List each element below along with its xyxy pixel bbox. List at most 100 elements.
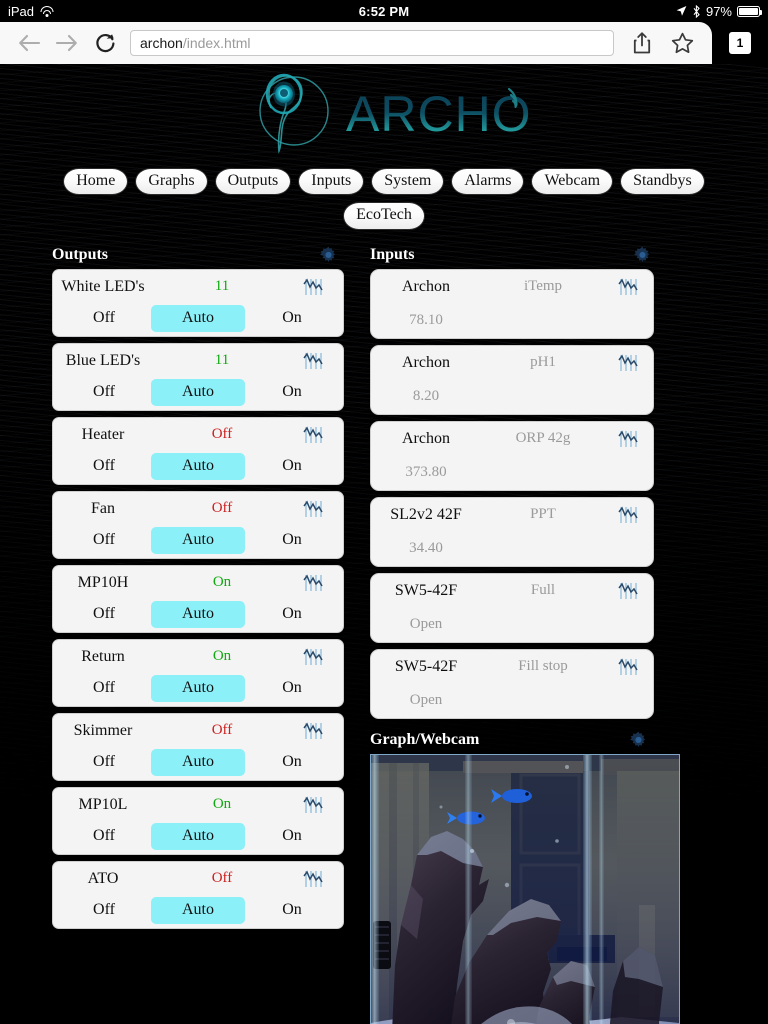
mode-auto[interactable]: Auto [151, 452, 245, 480]
output-card[interactable]: Heater Off Off Auto On [52, 416, 344, 485]
chart-icon[interactable] [605, 658, 653, 676]
address-bar[interactable]: archon/index.html [130, 30, 614, 56]
nav-graphs[interactable]: Graphs [135, 168, 208, 196]
output-card[interactable]: MP10L On Off Auto On [52, 786, 344, 855]
graph-webcam-title: Graph/Webcam [370, 731, 480, 749]
output-card[interactable]: MP10H On Off Auto On [52, 564, 344, 633]
input-type: Fill stop [518, 658, 568, 675]
nav-webcam[interactable]: Webcam [531, 168, 614, 196]
output-card[interactable]: Blue LED's 11 Off Auto On [52, 342, 344, 411]
input-value: 78.10 [409, 312, 443, 329]
chart-icon[interactable] [291, 648, 337, 666]
output-value: 11 [214, 352, 230, 369]
chart-icon[interactable] [605, 278, 653, 296]
input-card[interactable]: SW5-42F Fill stop Open [370, 648, 654, 719]
output-card[interactable]: White LED's 11 Off Auto On [52, 268, 344, 337]
gear-icon[interactable] [633, 246, 652, 265]
mode-off[interactable]: Off [57, 379, 151, 406]
output-name: MP10L [78, 795, 128, 813]
output-card-top: MP10L On [53, 788, 343, 822]
ios-status-bar: iPad 6:52 PM 97% [0, 0, 768, 22]
mode-on[interactable]: On [245, 823, 339, 850]
gear-icon[interactable] [629, 731, 648, 750]
input-card-top: Archon iTemp [371, 270, 653, 304]
mode-auto[interactable]: Auto [151, 378, 245, 406]
output-card[interactable]: Skimmer Off Off Auto On [52, 712, 344, 781]
mode-off[interactable]: Off [57, 305, 151, 332]
mode-on[interactable]: On [245, 527, 339, 554]
back-button[interactable] [10, 24, 48, 62]
mode-on[interactable]: On [245, 305, 339, 332]
output-card[interactable]: Fan Off Off Auto On [52, 490, 344, 559]
input-card[interactable]: SL2v2 42F PPT 34.40 [370, 496, 654, 567]
reload-button[interactable] [86, 24, 124, 62]
chart-icon[interactable] [291, 796, 337, 814]
nav-alarms[interactable]: Alarms [451, 168, 525, 196]
mode-auto[interactable]: Auto [151, 304, 245, 332]
mode-off[interactable]: Off [57, 527, 151, 554]
bookmark-button[interactable] [662, 22, 702, 64]
chart-icon[interactable] [605, 582, 653, 600]
chart-icon[interactable] [605, 506, 653, 524]
nav-inputs[interactable]: Inputs [298, 168, 365, 196]
nav-home[interactable]: Home [63, 168, 129, 196]
mode-on[interactable]: On [245, 601, 339, 628]
output-name: ATO [87, 869, 119, 887]
output-name: MP10H [77, 573, 129, 591]
input-card[interactable]: Archon iTemp 78.10 [370, 268, 654, 339]
nav-ecotech[interactable]: EcoTech [343, 202, 425, 230]
mode-auto[interactable]: Auto [151, 748, 245, 776]
output-card[interactable]: ATO Off Off Auto On [52, 860, 344, 929]
mode-auto[interactable]: Auto [151, 896, 245, 924]
mode-auto[interactable]: Auto [151, 822, 245, 850]
share-button[interactable] [622, 22, 662, 64]
chart-icon[interactable] [291, 870, 337, 888]
mode-on[interactable]: On [245, 453, 339, 480]
gear-icon[interactable] [319, 246, 338, 265]
mode-off[interactable]: Off [57, 675, 151, 702]
mode-off[interactable]: Off [57, 601, 151, 628]
output-card[interactable]: Return On Off Auto On [52, 638, 344, 707]
input-device: SL2v2 42F [390, 505, 462, 523]
mode-auto[interactable]: Auto [151, 600, 245, 628]
mode-off[interactable]: Off [57, 749, 151, 776]
mode-off[interactable]: Off [57, 453, 151, 480]
chart-icon[interactable] [291, 278, 337, 296]
mode-auto[interactable]: Auto [151, 526, 245, 554]
nav-outputs[interactable]: Outputs [214, 168, 292, 196]
mode-on[interactable]: On [245, 379, 339, 406]
chart-icon[interactable] [291, 500, 337, 518]
input-card-bottom: 78.10 [371, 304, 653, 338]
output-card-modes: Off Auto On [53, 674, 343, 706]
mode-auto[interactable]: Auto [151, 674, 245, 702]
input-card[interactable]: Archon ORP 42g 373.80 [370, 420, 654, 491]
chart-icon[interactable] [605, 354, 653, 372]
forward-arrow-icon [55, 34, 77, 52]
mode-off[interactable]: Off [57, 897, 151, 924]
mode-on[interactable]: On [245, 897, 339, 924]
chart-icon[interactable] [291, 352, 337, 370]
input-card[interactable]: Archon pH1 8.20 [370, 344, 654, 415]
mode-on[interactable]: On [245, 675, 339, 702]
nav-standbys[interactable]: Standbys [620, 168, 705, 196]
output-card-top: Heater Off [53, 418, 343, 452]
mode-off[interactable]: Off [57, 823, 151, 850]
output-card-modes: Off Auto On [53, 896, 343, 928]
output-card-top: MP10H On [53, 566, 343, 600]
chart-icon[interactable] [291, 722, 337, 740]
chart-icon[interactable] [605, 430, 653, 448]
input-card-bottom: Open [371, 684, 653, 718]
mode-on[interactable]: On [245, 749, 339, 776]
tab-count-button[interactable]: 1 [712, 22, 768, 64]
outputs-title: Outputs [52, 246, 109, 264]
output-card-top: White LED's 11 [53, 270, 343, 304]
webcam-image[interactable] [370, 753, 680, 1024]
dashboard-columns: Outputs White LED's 11 Off Auto On Blue … [0, 246, 768, 1024]
input-card[interactable]: SW5-42F Full Open [370, 572, 654, 643]
url-path: /index.html [182, 35, 251, 51]
nav-system[interactable]: System [371, 168, 445, 196]
chart-icon[interactable] [291, 574, 337, 592]
forward-button[interactable] [48, 24, 86, 62]
chart-icon[interactable] [291, 426, 337, 444]
input-card-top: SL2v2 42F PPT [371, 498, 653, 532]
